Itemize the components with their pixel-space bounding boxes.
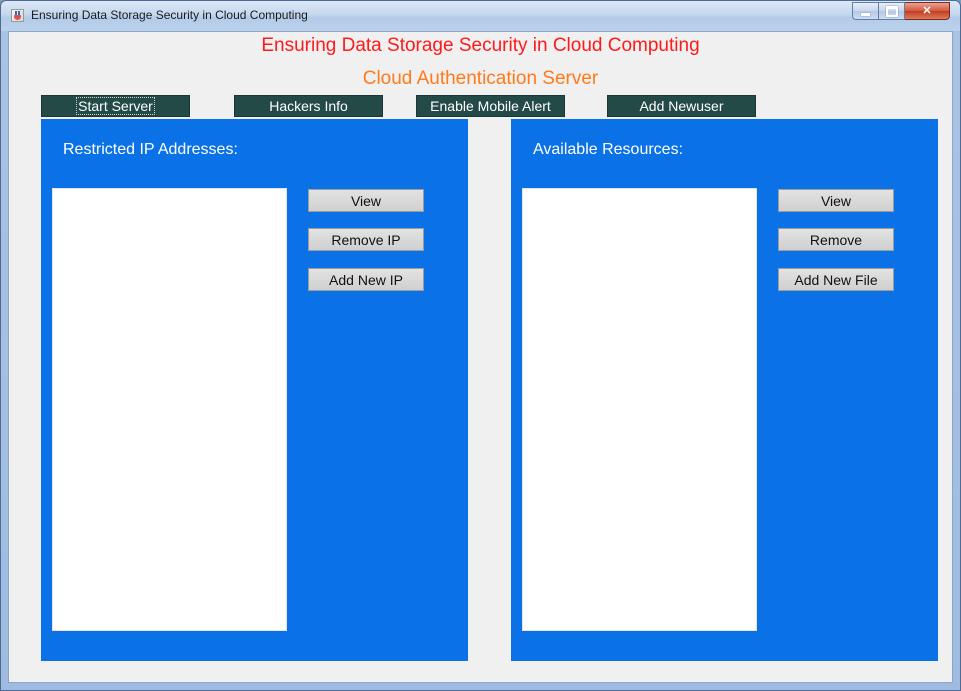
remove-resource-button[interactable]: Remove [778,228,894,251]
java-cup-icon [11,9,24,22]
add-newuser-button[interactable]: Add Newuser [607,95,756,117]
remove-ip-button[interactable]: Remove IP [308,228,424,251]
available-resources-panel: Available Resources: View Remove Add New… [511,119,938,661]
window-title: Ensuring Data Storage Security in Cloud … [31,8,308,22]
close-icon: ✕ [922,4,932,17]
start-server-button[interactable]: Start Server [41,95,190,117]
app-window: Ensuring Data Storage Security in Cloud … [0,0,961,691]
available-resources-list[interactable] [522,188,757,631]
title-bar[interactable]: Ensuring Data Storage Security in Cloud … [1,1,960,31]
page-subtitle: Cloud Authentication Server [362,68,599,89]
close-button[interactable]: ✕ [905,2,950,20]
page-title: Ensuring Data Storage Security in Cloud … [261,35,700,56]
view-ip-button[interactable]: View [308,189,424,212]
restricted-ip-label: Restricted IP Addresses: [63,141,238,158]
maximize-button[interactable] [879,2,905,20]
minimize-button[interactable] [852,2,879,20]
add-new-file-button[interactable]: Add New File [778,268,894,291]
start-server-label: Start Server [76,97,155,115]
view-resource-button[interactable]: View [778,189,894,212]
minimize-icon [861,12,870,16]
maximize-icon [885,5,898,17]
client-area: Ensuring Data Storage Security in Cloud … [8,31,953,683]
add-new-ip-button[interactable]: Add New IP [308,268,424,291]
hackers-info-button[interactable]: Hackers Info [234,95,383,117]
available-resources-label: Available Resources: [533,141,684,158]
restricted-ip-panel: Restricted IP Addresses: View Remove IP … [41,119,468,661]
window-controls: ✕ [852,2,950,21]
enable-mobile-alert-button[interactable]: Enable Mobile Alert [416,95,565,117]
restricted-ip-list[interactable] [52,188,287,631]
